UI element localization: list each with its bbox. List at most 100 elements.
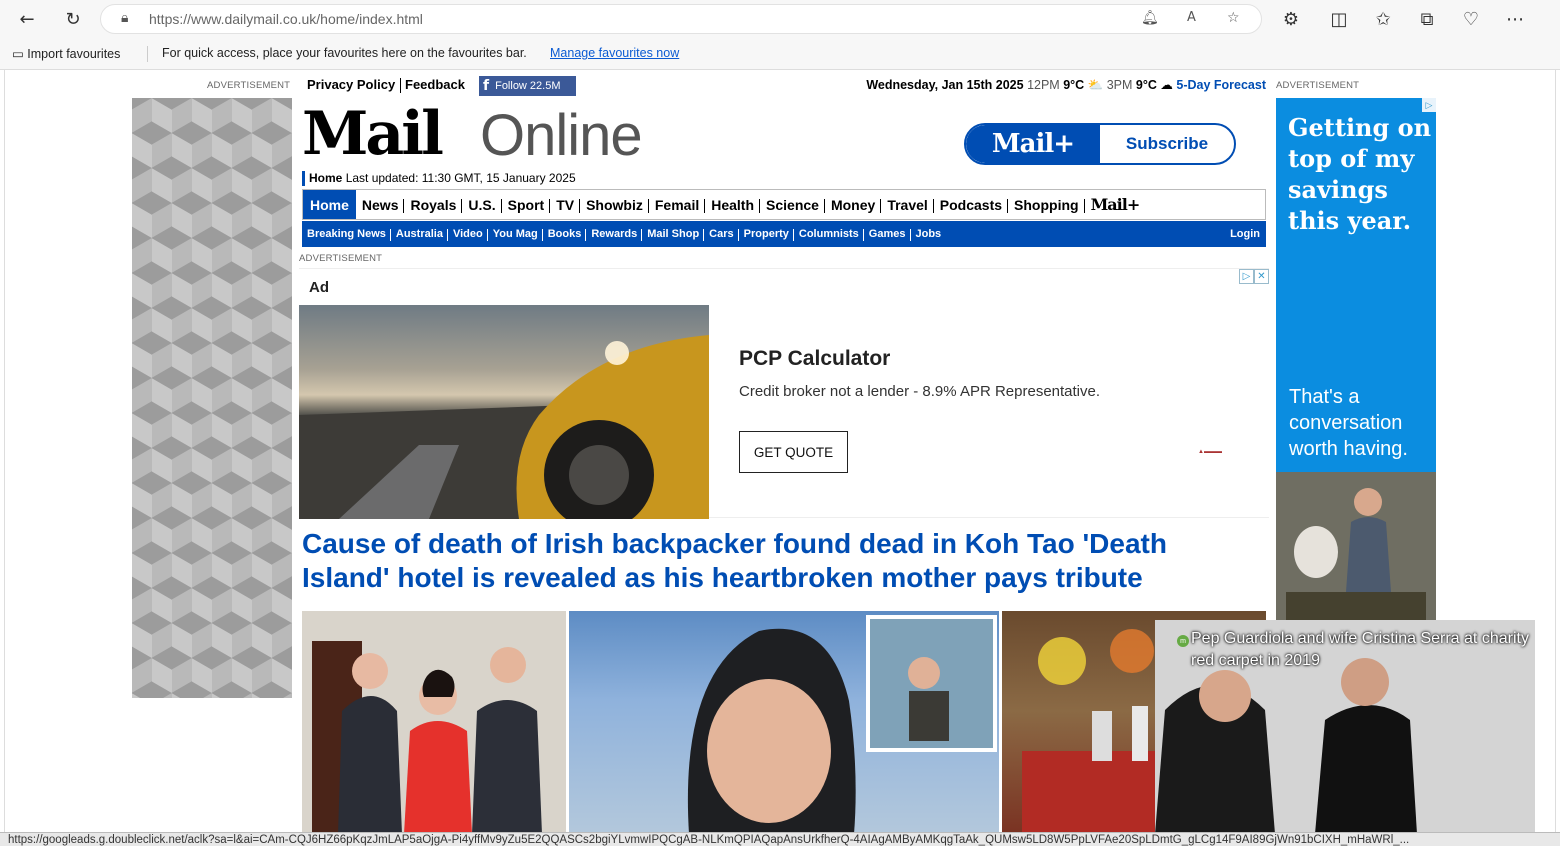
forecast-link[interactable]: 5-Day Forecast <box>1176 78 1266 92</box>
favorite-star-icon[interactable]: ☆ <box>1227 10 1240 26</box>
secondary-nav: Breaking News Australia Video You Mag Bo… <box>302 221 1266 247</box>
nav-travel[interactable]: Travel <box>881 190 935 219</box>
close-icon[interactable]: ✕ <box>1254 269 1269 284</box>
nav-games[interactable]: Games <box>864 228 911 241</box>
split-screen-icon[interactable]: ◫ <box>1326 6 1352 32</box>
story-photo-diver[interactable] <box>569 611 999 834</box>
ad-choices-icon[interactable]: ▷ <box>1239 269 1254 284</box>
channel-badge-icon: m <box>1177 635 1189 647</box>
nav-sport[interactable]: Sport <box>502 190 551 219</box>
favourites-bar: ▭ Import favourites For quick access, pl… <box>0 38 1560 70</box>
back-icon[interactable]: ← <box>14 6 40 32</box>
privacy-policy-link[interactable]: Privacy Policy <box>307 77 395 92</box>
nav-cars[interactable]: Cars <box>704 228 740 241</box>
nav-health[interactable]: Health <box>705 190 760 219</box>
status-bar-url: https://googleads.g.doubleclick.net/aclk… <box>0 832 1560 846</box>
nav-video[interactable]: Video <box>448 228 488 241</box>
nav-money[interactable]: Money <box>825 190 882 219</box>
temperature: 9°C <box>1063 78 1085 92</box>
last-updated: Home Last updated: 11:30 GMT, 15 January… <box>302 171 576 186</box>
weather-cloud-icon: ☁ <box>1160 78 1173 92</box>
ad-title: PCP Calculator <box>739 347 891 370</box>
mail-online-logo[interactable]: Mail Online <box>302 100 662 168</box>
temperature: 9°C <box>1135 78 1157 92</box>
primary-nav: Home News Royals U.S. Sport TV Showbiz F… <box>302 189 1266 220</box>
mailplus-subscribe-button[interactable]: Mail+ Subscribe <box>964 123 1236 165</box>
lock-icon[interactable]: 🔒︎ <box>121 10 128 26</box>
story-photo-family[interactable] <box>302 611 566 834</box>
nav-mailplus[interactable]: Mail+ <box>1085 190 1146 219</box>
follow-count: Follow 22.5M <box>495 80 561 92</box>
family-illustration <box>302 611 566 834</box>
ad-car-image[interactable] <box>299 305 709 519</box>
ad-banner: ▷ Getting on top of my savings this year… <box>1276 98 1436 472</box>
subscribe-label: Subscribe <box>1125 134 1209 153</box>
weather-sun-cloud-icon: ⛅ <box>1087 78 1104 92</box>
left-skyscraper-ad[interactable] <box>132 98 292 698</box>
nav-science[interactable]: Science <box>760 190 825 219</box>
import-favourites-button[interactable]: ▭ Import favourites <box>12 46 120 61</box>
more-menu-icon[interactable]: ⋯ <box>1502 6 1528 32</box>
refresh-icon[interactable]: ↻ <box>60 6 86 32</box>
video-caption: Pep Guardiola and wife Cristina Serra at… <box>1191 630 1529 669</box>
advertisement-label: ADVERTISEMENT <box>299 253 383 264</box>
home-link[interactable]: Home <box>309 171 342 185</box>
collections-icon[interactable]: ⧉ <box>1414 6 1440 32</box>
diver-illustration <box>687 615 997 834</box>
favourites-hint: For quick access, place your favourites … <box>162 46 527 60</box>
nav-breaking-news[interactable]: Breaking News <box>302 228 391 241</box>
nav-femail[interactable]: Femail <box>649 190 706 219</box>
car-illustration <box>299 335 709 519</box>
logo-online-text: Online <box>480 103 643 168</box>
manage-favourites-link[interactable]: Manage favourites now <box>550 46 679 60</box>
nav-home[interactable]: Home <box>303 190 356 219</box>
ad-subtitle: Credit broker not a lender - 8.9% APR Re… <box>739 383 1101 400</box>
divider <box>147 46 148 62</box>
nav-you-mag[interactable]: You Mag <box>488 228 543 241</box>
weather-strip: Wednesday, Jan 15th 2025 12PM 9°C ⛅ 3PM … <box>866 77 1266 93</box>
nav-rewards[interactable]: Rewards <box>586 228 643 241</box>
advertisement-label: ADVERTISEMENT <box>207 80 291 91</box>
get-quote-button[interactable]: GET QUOTE <box>739 431 848 473</box>
login-link[interactable]: Login <box>1225 228 1266 240</box>
nav-showbiz[interactable]: Showbiz <box>580 190 649 219</box>
nav-mail-shop[interactable]: Mail Shop <box>642 228 705 241</box>
time-label: 12PM <box>1027 78 1060 92</box>
favorites-icon[interactable]: ✩ <box>1370 6 1396 32</box>
nav-shopping[interactable]: Shopping <box>1008 190 1085 219</box>
nav-jobs[interactable]: Jobs <box>911 228 947 240</box>
right-skyscraper-ad[interactable]: ▷ Getting on top of my savings this year… <box>1276 98 1436 620</box>
nav-australia[interactable]: Australia <box>391 228 449 241</box>
date-text: Wednesday, Jan 15th 2025 <box>866 78 1024 92</box>
nav-property[interactable]: Property <box>739 228 795 241</box>
feedback-link[interactable]: Feedback <box>405 77 465 92</box>
web-page: ADVERTISEMENT ADVERTISEMENT Privacy Poli… <box>4 70 1556 834</box>
ad-choices-icon[interactable]: ▷ <box>1422 98 1436 112</box>
pcp-calculator-ad[interactable]: Ad ▷ ✕ PCP Calculator Credit broker not … <box>299 268 1269 519</box>
import-icon: ▭ <box>12 47 28 61</box>
floating-video-player[interactable]: m Pep Guardiola and wife Cristina Serra … <box>1155 620 1535 834</box>
nav-columnists[interactable]: Columnists <box>794 228 864 241</box>
extensions-icon[interactable]: ⚙ <box>1278 6 1304 32</box>
ad-headline: Getting on top of my savings this year. <box>1288 113 1432 235</box>
nav-news[interactable]: News <box>356 190 405 219</box>
nav-podcasts[interactable]: Podcasts <box>934 190 1009 219</box>
top-strip: Privacy Policy Feedback f Follow 22.5M W… <box>302 76 1266 96</box>
nav-royals[interactable]: Royals <box>404 190 463 219</box>
address-bar[interactable]: 🔒︎ https://www.dailymail.co.uk/home/inde… <box>100 4 1262 34</box>
browser-essentials-icon[interactable]: ♡ <box>1458 6 1484 32</box>
main-headline[interactable]: Cause of death of Irish backpacker found… <box>302 527 1262 595</box>
nav-us[interactable]: U.S. <box>462 190 502 219</box>
woman-with-dog-illustration <box>1276 472 1436 620</box>
advertiser-logo-icon: ▲▬▬▬ <box>1198 449 1222 455</box>
ad-choices[interactable]: ▷ ✕ <box>1239 269 1269 284</box>
divider <box>400 78 401 93</box>
notification-icon[interactable]: 🔔︎ <box>1141 10 1159 26</box>
facebook-follow-button[interactable]: f Follow 22.5M <box>479 76 576 96</box>
nav-books[interactable]: Books <box>543 228 587 241</box>
ad-subtext: That's a conversation worth having. <box>1289 386 1408 460</box>
browser-toolbar: ← ↻ 🔒︎ https://www.dailymail.co.uk/home/… <box>0 0 1560 38</box>
read-aloud-icon[interactable]: A <box>1187 10 1196 25</box>
time-label: 3PM <box>1106 78 1133 92</box>
nav-tv[interactable]: TV <box>550 190 580 219</box>
